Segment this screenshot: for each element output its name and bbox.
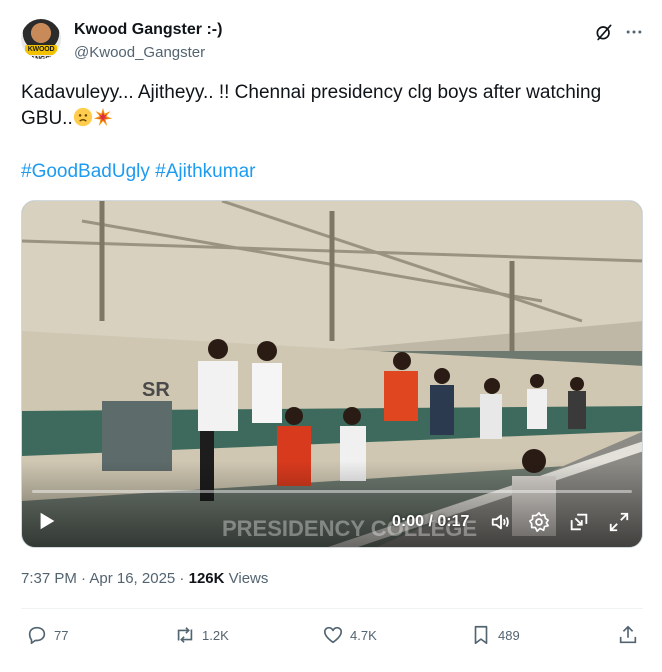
reply-icon: [28, 626, 46, 645]
views-label: Views: [228, 570, 269, 587]
video-progress-bar[interactable]: [32, 490, 632, 493]
repost-icon: [177, 627, 193, 643]
timestamp[interactable]: 7:37 PM · Apr 16, 2025: [21, 570, 175, 587]
avatar-badge: KWOOD GANGSTER: [25, 45, 61, 59]
like-icon: [323, 626, 343, 644]
repost-button[interactable]: 1.2K: [174, 623, 229, 647]
video-time: 0:00 / 0:17: [392, 513, 470, 530]
tweet-card: KWOOD GANGSTER Kwood Gangster :-) @Kwood…: [0, 0, 662, 672]
hashtag-line: #GoodBadUgly #Ajithkumar: [21, 159, 255, 185]
bookmark-button[interactable]: 489: [470, 623, 520, 647]
author-handle[interactable]: @Kwood_Gangster: [74, 44, 205, 61]
meta-separator: ·: [175, 570, 189, 587]
views-count: 126K: [188, 570, 225, 587]
more-icon[interactable]: [624, 22, 644, 42]
reply-button[interactable]: 77: [26, 623, 68, 647]
avatar[interactable]: KWOOD GANGSTER: [21, 19, 61, 59]
tweet-meta: 7:37 PM · Apr 16, 2025 · 126K Views: [21, 570, 268, 587]
video-frame: SR PRESIDENCY COLLEGE: [22, 201, 642, 547]
like-button[interactable]: 4.7K: [322, 623, 377, 647]
settings-icon[interactable]: [528, 511, 550, 533]
play-icon[interactable]: [36, 510, 58, 532]
like-count: 4.7K: [350, 627, 377, 643]
bookmark-count: 489: [498, 627, 520, 643]
reply-count: 77: [54, 627, 69, 643]
hashtag-goodbadugly[interactable]: #GoodBadUgly: [21, 161, 150, 182]
train-marking: SR: [142, 379, 170, 401]
share-button[interactable]: [617, 623, 645, 647]
bookmark-icon: [474, 625, 488, 645]
tweet-text: Kadavuleyy... Ajitheyy.. !! Chennai pres…: [21, 80, 641, 132]
repost-count: 1.2K: [202, 627, 229, 643]
author-display-name[interactable]: Kwood Gangster :-): [74, 21, 222, 39]
worried-emoji-icon: [73, 107, 92, 127]
share-icon: [619, 625, 637, 644]
collision-emoji-icon: [93, 107, 112, 127]
volume-icon[interactable]: [490, 511, 512, 533]
fullscreen-icon[interactable]: [608, 511, 630, 533]
hashtag-ajithkumar[interactable]: #Ajithkumar: [155, 161, 255, 182]
pip-icon[interactable]: [568, 511, 590, 533]
video-player[interactable]: SR PRESIDENCY COLLEGE 0:00 / 0:17: [21, 200, 643, 548]
divider: [21, 608, 643, 609]
grok-icon[interactable]: [594, 22, 614, 42]
